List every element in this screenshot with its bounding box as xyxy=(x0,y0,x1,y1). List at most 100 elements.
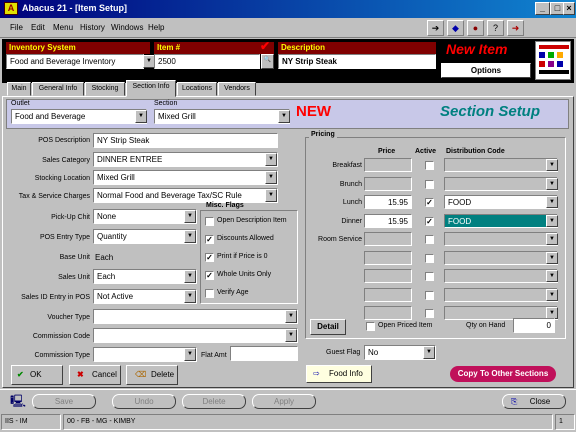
print-if-zero-checkbox[interactable]: ✓ xyxy=(205,253,214,262)
discounts-allowed-checkbox[interactable]: ✓ xyxy=(205,235,214,244)
chevron-down-icon[interactable]: ▼ xyxy=(423,346,435,359)
flat-amt-input[interactable] xyxy=(230,346,298,361)
chevron-down-icon[interactable]: ▼ xyxy=(265,189,277,202)
chevron-down-icon[interactable]: ▼ xyxy=(546,177,558,190)
ok-button[interactable]: ✔ OK xyxy=(11,365,63,385)
chevron-down-icon[interactable]: ▼ xyxy=(546,159,558,171)
magnifier-icon[interactable]: 🔍 xyxy=(261,54,274,69)
minimize-button[interactable]: _ xyxy=(535,2,550,15)
sales-category-select[interactable]: DINNER ENTREE xyxy=(93,152,278,167)
stocking-location-select[interactable]: Mixed Grill xyxy=(93,170,278,185)
help-icon[interactable]: ? xyxy=(487,20,504,36)
delete-button[interactable]: ⌫ Delete xyxy=(126,365,178,385)
sales-unit-select[interactable]: Each xyxy=(93,269,197,284)
tab-general-info[interactable]: General Info xyxy=(32,82,84,96)
chevron-down-icon[interactable]: ▼ xyxy=(265,171,277,184)
chevron-down-icon[interactable]: ▼ xyxy=(285,329,297,342)
distribution-code-select[interactable] xyxy=(444,232,558,246)
price-input[interactable] xyxy=(364,306,412,320)
active-checkbox[interactable] xyxy=(425,290,434,300)
exit-icon[interactable]: ➜ xyxy=(507,20,524,36)
distribution-code-select[interactable] xyxy=(444,287,558,302)
forward-icon[interactable]: ➔ xyxy=(427,20,444,36)
open-priced-checkbox[interactable] xyxy=(366,322,375,331)
active-checkbox[interactable] xyxy=(425,272,434,281)
chevron-down-icon[interactable]: ▼ xyxy=(546,233,558,245)
verify-age-checkbox[interactable] xyxy=(205,289,214,298)
menu-menu[interactable]: Menu xyxy=(53,23,73,32)
active-checkbox[interactable] xyxy=(425,179,434,189)
record-icon[interactable]: ● xyxy=(467,20,484,36)
distribution-code-select[interactable]: FOOD xyxy=(444,195,558,209)
price-input[interactable]: 15.95 xyxy=(364,195,412,209)
distribution-code-select[interactable]: FOOD xyxy=(444,213,558,228)
pos-entry-type-select[interactable]: Quantity xyxy=(93,229,197,244)
distribution-code-select[interactable] xyxy=(444,269,558,283)
tab-vendors[interactable]: Vendors xyxy=(218,82,256,96)
tab-main[interactable]: Main xyxy=(7,82,31,96)
toolbar-delete-button[interactable]: Delete xyxy=(182,394,246,409)
chevron-down-icon[interactable]: ▼ xyxy=(546,196,558,208)
close-window-button[interactable]: × xyxy=(563,2,575,15)
price-input[interactable] xyxy=(364,250,412,265)
screen-icon[interactable]: 🖳 xyxy=(10,392,28,409)
voucher-type-select[interactable] xyxy=(93,309,298,324)
whole-units-checkbox[interactable]: ✓ xyxy=(205,271,214,280)
distribution-code-select[interactable] xyxy=(444,176,558,191)
active-checkbox[interactable] xyxy=(425,161,434,170)
tax-service-select[interactable]: Normal Food and Beverage Tax/SC Rule xyxy=(93,188,278,203)
menu-edit[interactable]: Edit xyxy=(31,23,45,32)
qty-on-hand-input[interactable]: 0 xyxy=(513,318,555,333)
chevron-down-icon[interactable]: ▼ xyxy=(546,288,558,301)
tab-stocking[interactable]: Stocking xyxy=(85,82,125,96)
active-checkbox[interactable]: ✓ xyxy=(425,198,434,207)
pos-description-input[interactable]: NY Strip Steak xyxy=(93,133,278,148)
commission-code-select[interactable] xyxy=(93,328,298,343)
active-checkbox[interactable]: ✓ xyxy=(425,216,434,226)
chevron-down-icon[interactable]: ▼ xyxy=(265,153,277,166)
price-input[interactable]: 15.95 xyxy=(364,213,412,228)
chevron-down-icon[interactable]: ▼ xyxy=(135,110,147,123)
undo-button[interactable]: Undo xyxy=(112,394,176,409)
distribution-code-select[interactable] xyxy=(444,250,558,265)
open-description-checkbox[interactable] xyxy=(205,217,214,226)
menu-windows[interactable]: Windows xyxy=(111,23,143,32)
close-button[interactable]: ⎘ Close xyxy=(502,394,566,409)
cancel-button[interactable]: ✖ Cancel xyxy=(69,365,121,385)
tab-locations[interactable]: Locations xyxy=(177,82,217,96)
save-button[interactable]: Save xyxy=(32,394,96,409)
bookmark-icon[interactable]: ◆ xyxy=(447,20,464,36)
food-info-button[interactable]: ⇨ Food Info xyxy=(306,365,372,383)
chevron-down-icon[interactable]: ▼ xyxy=(184,348,196,361)
copy-to-sections-button[interactable]: Copy To Other Sections xyxy=(450,366,556,382)
price-input[interactable] xyxy=(364,232,412,246)
price-input[interactable] xyxy=(364,269,412,283)
detail-button[interactable]: Detail xyxy=(310,319,346,335)
commission-type-select[interactable] xyxy=(93,347,197,362)
sales-id-entry-select[interactable]: Not Active xyxy=(93,289,197,304)
price-input[interactable] xyxy=(364,158,412,172)
tab-section-info[interactable]: Section Info xyxy=(126,80,176,97)
item-number-input[interactable]: 2500 xyxy=(154,54,260,69)
active-checkbox[interactable] xyxy=(425,309,434,318)
apply-button[interactable]: Apply xyxy=(252,394,316,409)
chevron-down-icon[interactable]: ▼ xyxy=(184,210,196,223)
chevron-down-icon[interactable]: ▼ xyxy=(278,110,290,123)
chevron-down-icon[interactable]: ▼ xyxy=(184,230,196,243)
chevron-down-icon[interactable]: ▼ xyxy=(546,214,558,227)
pickup-chit-select[interactable]: None xyxy=(93,209,197,224)
chevron-down-icon[interactable]: ▼ xyxy=(184,270,196,283)
outlet-select[interactable]: Food and Beverage xyxy=(11,109,147,124)
menu-help[interactable]: Help xyxy=(148,23,164,32)
menu-file[interactable]: File xyxy=(10,23,23,32)
active-checkbox[interactable] xyxy=(425,235,434,244)
distribution-code-select[interactable] xyxy=(444,158,558,172)
chevron-down-icon[interactable]: ▼ xyxy=(285,310,297,323)
inventory-system-select[interactable]: Food and Beverage Inventory xyxy=(6,54,144,69)
description-input[interactable]: NY Strip Steak xyxy=(278,54,436,69)
chevron-down-icon[interactable]: ▼ xyxy=(546,270,558,282)
section-select[interactable]: Mixed Grill xyxy=(154,109,290,124)
active-checkbox[interactable] xyxy=(425,253,434,263)
options-button[interactable]: Options xyxy=(441,63,531,78)
price-input[interactable] xyxy=(364,287,412,302)
